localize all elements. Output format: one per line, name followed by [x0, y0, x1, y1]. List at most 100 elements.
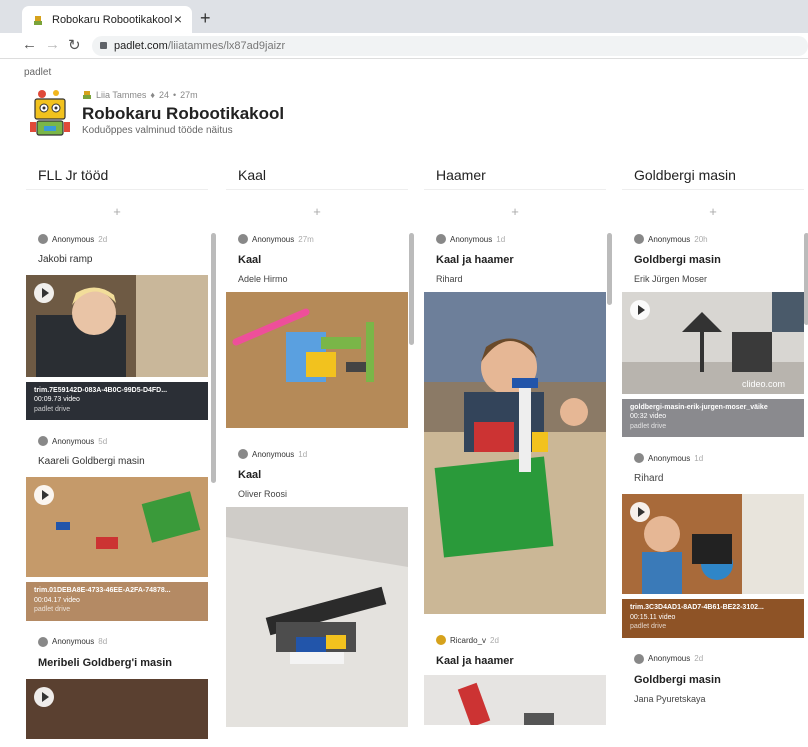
post-author-row: Anonymous 1d [424, 226, 606, 246]
column-scrollbar[interactable] [409, 233, 414, 345]
anonymous-avatar-icon [238, 234, 248, 244]
post-body: Adele Hirmo [238, 274, 288, 284]
post-card[interactable]: Anonymous 1d Kaal Oliver Roosi [226, 441, 408, 732]
post-body: Oliver Roosi [238, 489, 288, 499]
anonymous-avatar-icon [238, 449, 248, 459]
anonymous-avatar-icon [634, 453, 644, 464]
post-author-row: Ricardo_v 2d [424, 627, 606, 647]
post-card[interactable]: Anonymous 27m Kaal Adele Hirmo [226, 226, 408, 433]
post-image[interactable] [226, 292, 408, 428]
back-icon[interactable]: ← [22, 36, 37, 53]
column-title: Kaal [226, 160, 408, 190]
post-image[interactable] [424, 675, 606, 728]
post-author-row: Anonymous 2d [622, 646, 804, 666]
video-attachment[interactable]: trim.01DEBA8E-4733-46EE-A2FA-74878... 00… [26, 477, 208, 621]
video-attachment[interactable]: trim.7E59142D-083A-4B0C-99D5-D4FD... 00:… [26, 275, 208, 421]
post-author-row: Anonymous 20h [622, 226, 804, 246]
new-tab-icon[interactable]: + [200, 8, 211, 29]
post-author-row: Anonymous 8d [26, 629, 208, 649]
post-author-row: Anonymous 2d [26, 226, 208, 246]
video-caption: trim.3C3D4AD1-8AD7-4B61-BE22-3102... 00:… [622, 599, 804, 638]
post-title: Goldbergi masin [634, 254, 721, 266]
post-author: Anonymous [252, 234, 295, 244]
board-age: 27m [180, 90, 198, 100]
column-scrollbar[interactable] [804, 233, 808, 325]
url-host: padlet.com [114, 40, 168, 52]
post-time: 1d [496, 234, 506, 244]
video-caption: trim.7E59142D-083A-4B0C-99D5-D4FD... 00:… [26, 382, 208, 421]
post-image[interactable] [424, 292, 606, 614]
add-post-icon[interactable]: + [26, 198, 208, 226]
anonymous-avatar-icon [436, 234, 446, 244]
post-time: 20h [694, 234, 708, 244]
video-attachment[interactable]: trim.3C3D4AD1-8AD7-4B61-BE22-3102... 00:… [622, 494, 804, 638]
anonymous-avatar-icon [38, 636, 48, 647]
board-author[interactable]: Liia Tammes [96, 90, 146, 100]
post-card[interactable]: Anonymous 5d Kaareli Goldbergi masin trim… [26, 428, 208, 621]
post-time: 2d [98, 234, 108, 244]
video-filename: goldbergi-masin-erik-jurgen-moser_väike [630, 404, 768, 411]
play-icon[interactable] [34, 283, 54, 303]
play-icon[interactable] [34, 686, 54, 707]
close-tab-icon[interactable]: × [174, 11, 182, 27]
post-title: Kaal ja haamer [436, 254, 514, 266]
column-haamer: Haamer + Anonymous 1d Kaal ja haamer Riha… [424, 160, 606, 738]
post-card[interactable]: Anonymous 2d Jakobi ramp trim.7E59142D-08… [26, 226, 208, 421]
post-author: Anonymous [252, 449, 295, 459]
reload-icon[interactable]: ↻ [68, 36, 81, 54]
post-card[interactable]: Anonymous 1d Rihard trim.3C3D4AD1-8AD7-4B… [622, 445, 804, 638]
column-goldbergi-masin: Goldbergi masin + Anonymous 20h Goldbergi… [622, 160, 804, 720]
add-post-icon[interactable]: + [424, 198, 606, 226]
forward-icon[interactable]: → [45, 36, 60, 53]
post-title: Kaareli Goldbergi masin [38, 456, 145, 468]
anonymous-avatar-icon [634, 234, 644, 244]
lock-icon [100, 42, 107, 49]
video-attachment[interactable]: clideo.com goldbergi-masin-erik-jurgen-m… [622, 292, 804, 438]
post-time: 5d [98, 436, 108, 446]
watermark-text: clideo.com [742, 379, 785, 389]
post-time: 27m [298, 234, 314, 244]
video-duration: 00:09.73 video [34, 396, 80, 404]
column-title: Goldbergi masin [622, 160, 804, 190]
post-title: Jakobi ramp [38, 254, 93, 265]
post-time: 8d [98, 637, 108, 647]
post-card[interactable]: Anonymous 1d Kaal ja haamer Rihard [424, 226, 606, 619]
video-duration: 00:04.17 video [34, 596, 80, 604]
play-icon[interactable] [630, 300, 650, 320]
browser-tab[interactable]: Robokaru Robootikakool × [22, 6, 192, 33]
post-author-row: Anonymous 5d [26, 428, 208, 448]
post-card[interactable]: Anonymous 8d Meribeli Goldberg'i masin [26, 628, 208, 739]
add-post-icon[interactable]: + [226, 198, 408, 226]
post-time: 1d [298, 449, 308, 459]
post-card[interactable]: Anonymous 2d Goldbergi masin Jana Pyurets… [622, 645, 804, 712]
video-source: padlet drive [630, 623, 667, 631]
post-title: Goldbergi masin [634, 673, 721, 686]
anonymous-avatar-icon [634, 653, 644, 664]
column-scrollbar[interactable] [607, 233, 612, 305]
board-likes: 24 [158, 90, 169, 100]
post-card[interactable]: Anonymous 20h Goldbergi masin Erik Jürgen… [622, 226, 804, 438]
post-author: Anonymous [648, 654, 691, 664]
add-post-icon[interactable]: + [622, 198, 804, 226]
post-author: Anonymous [648, 234, 691, 244]
padlet-favicon-icon [32, 14, 44, 26]
board-title: Robokaru Robootikakool [82, 104, 285, 123]
column-title: FLL Jr tööd [26, 160, 208, 190]
url-path: /liiatammes/lx87ad9jaizr [167, 40, 286, 52]
post-author-row: Anonymous 1d [226, 441, 408, 461]
post-author: Anonymous [52, 637, 95, 647]
column-scrollbar[interactable] [211, 233, 216, 483]
post-card[interactable]: Ricardo_v 2d Kaal ja haamer [424, 627, 606, 730]
separator-dot: • [172, 90, 177, 100]
column-title: Haamer [424, 160, 606, 190]
url-field[interactable]: padlet.com/liiatammes/lx87ad9jaizr [92, 36, 808, 56]
post-body: Jana Pyuretskaya [634, 693, 706, 704]
author-avatar-icon [83, 91, 91, 99]
video-filename: trim.3C3D4AD1-8AD7-4B61-BE22-3102... [630, 604, 764, 612]
video-source: padlet drive [34, 606, 71, 614]
padlet-brand[interactable]: padlet [24, 67, 51, 78]
post-author-row: Anonymous 1d [622, 445, 804, 465]
video-source: padlet drive [630, 422, 667, 430]
post-image[interactable] [226, 507, 408, 727]
video-attachment[interactable] [26, 678, 208, 739]
